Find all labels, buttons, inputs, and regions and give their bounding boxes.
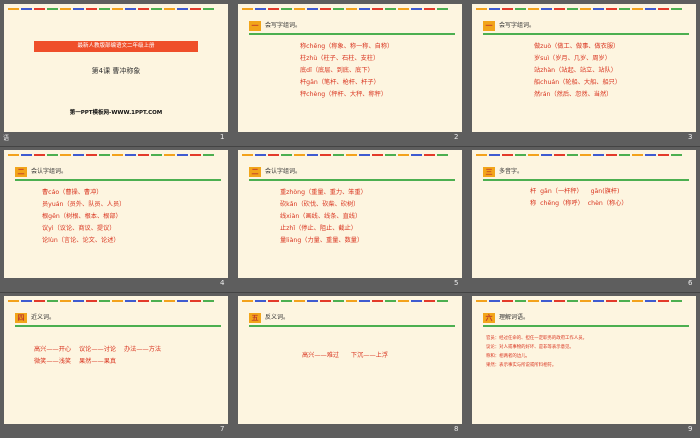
slide-number-6: 6 xyxy=(688,279,693,287)
section-badge: 二 xyxy=(249,167,261,177)
slide-number-7: 7 xyxy=(220,425,225,433)
slide-stripes xyxy=(476,8,682,10)
word-list: 官员：经过任命的、担任一定职务的政府工作人员。 议论：对人或事物的好坏、是非等表… xyxy=(486,336,587,368)
heading-underline xyxy=(15,325,221,327)
slide-number-9: 9 xyxy=(688,425,693,433)
grid-divider-row2 xyxy=(0,292,700,293)
slide-banner: 最新人教版部编语文二年级上册 xyxy=(34,41,198,52)
heading-underline xyxy=(483,179,689,181)
section-heading: 理解词语。 xyxy=(499,314,530,321)
word-list: 高兴——开心 议论——讨论 办法——方法 微笑——浅笑 果然——果真 xyxy=(34,346,162,365)
slide-thumbnail-7[interactable]: 四 近义词。 高兴——开心 议论——讨论 办法——方法 微笑——浅笑 果然——果… xyxy=(4,296,228,424)
slide-stripes xyxy=(8,154,214,156)
slide-thumbnail-5[interactable]: 二 会认字组词。 重zhòng（重量、重力、笨重） 砍kǎn（砍伐、砍柴、砍树）… xyxy=(238,150,462,278)
word-list: 做zuò（做工、做事、做衣服） 岁suì（岁月、几岁、周岁） 站zhàn（站起、… xyxy=(534,43,622,98)
slide-thumbnail-4[interactable]: 二 会认字组词。 曹cáo（曹操、曹冲） 员yuán（员外、队员、人员） 根gē… xyxy=(4,150,228,278)
slide-footer: 第一PPT模板网-WWW.1PPT.COM xyxy=(69,110,163,116)
heading-underline xyxy=(249,179,455,181)
slide-thumbnail-8[interactable]: 五 反义词。 高兴——难过 下沉——上浮 xyxy=(238,296,462,424)
section-badge: 六 xyxy=(483,313,495,323)
heading-underline xyxy=(483,33,689,35)
word-list: 高兴——难过 下沉——上浮 xyxy=(302,352,389,359)
slide-thumbnail-3[interactable]: 一 会写字组词。 做zuò（做工、做事、做衣服） 岁suì（岁月、几岁、周岁） … xyxy=(472,4,696,132)
section-badge: 一 xyxy=(483,21,495,31)
slide-thumbnail-1[interactable]: 最新人教版部编语文二年级上册 第4课 曹冲称象 第一PPT模板网-WWW.1PP… xyxy=(4,4,228,132)
heading-underline xyxy=(15,179,221,181)
slide-stripes xyxy=(242,8,448,10)
section-badge: 一 xyxy=(249,21,261,31)
section-badge: 四 xyxy=(15,313,27,323)
slide-number-8: 8 xyxy=(454,425,459,433)
heading-underline xyxy=(249,33,455,35)
slide-number-5: 5 xyxy=(454,279,459,287)
section-badge: 三 xyxy=(483,167,495,177)
slide-thumbnail-2[interactable]: 一 会写字组词。 称chēng（称象、称一称、自称） 柱zhù（柱子、石柱、支柱… xyxy=(238,4,462,132)
slide-stripes xyxy=(242,154,448,156)
word-list: 称chēng（称象、称一称、自称） 柱zhù（柱子、石柱、支柱） 底dǐ（底层、… xyxy=(300,43,394,98)
slide-thumbnail-6[interactable]: 三 多音字。 杆 gān（一杆秤） gān(旗杆) 称 chēng（称呼） ch… xyxy=(472,150,696,278)
section-heading: 多音字。 xyxy=(499,168,524,175)
section-badge: 五 xyxy=(249,313,261,323)
slide-stripes xyxy=(242,300,448,302)
slide-label-1: 语 xyxy=(3,135,10,142)
section-heading: 会写字组词。 xyxy=(265,22,302,29)
heading-underline xyxy=(249,325,455,327)
grid-divider-row1 xyxy=(0,146,700,147)
slide-stripes xyxy=(476,300,682,302)
slide-number-3: 3 xyxy=(688,133,693,141)
slide-stripes xyxy=(476,154,682,156)
section-badge: 二 xyxy=(15,167,27,177)
slide-stripes xyxy=(8,300,214,302)
word-list: 杆 gān（一杆秤） gān(旗杆) 称 chēng（称呼） chèn（称心） xyxy=(530,188,628,207)
slide-thumbnail-9[interactable]: 六 理解词语。 官员：经过任命的、担任一定职务的政府工作人员。 议论：对人或事物… xyxy=(472,296,696,424)
word-list: 重zhòng（重量、重力、笨重） 砍kǎn（砍伐、砍柴、砍树） 线xiàn（画线… xyxy=(280,189,367,244)
slide-stripes xyxy=(8,8,214,10)
section-heading: 会认字组词。 xyxy=(265,168,302,175)
slide-number-1: 1 xyxy=(220,133,225,141)
section-heading: 会写字组词。 xyxy=(499,22,536,29)
slide-number-4: 4 xyxy=(220,279,225,287)
heading-underline xyxy=(483,325,689,327)
word-list: 曹cáo（曹操、曹冲） 员yuán（员外、队员、人员） 根gēn（树根、根本、根… xyxy=(42,189,126,244)
slide-number-2: 2 xyxy=(454,133,459,141)
slide-title: 第4课 曹冲称象 xyxy=(91,67,141,75)
section-heading: 会认字组词。 xyxy=(31,168,68,175)
section-heading: 近义词。 xyxy=(31,314,56,321)
section-heading: 反义词。 xyxy=(265,314,290,321)
